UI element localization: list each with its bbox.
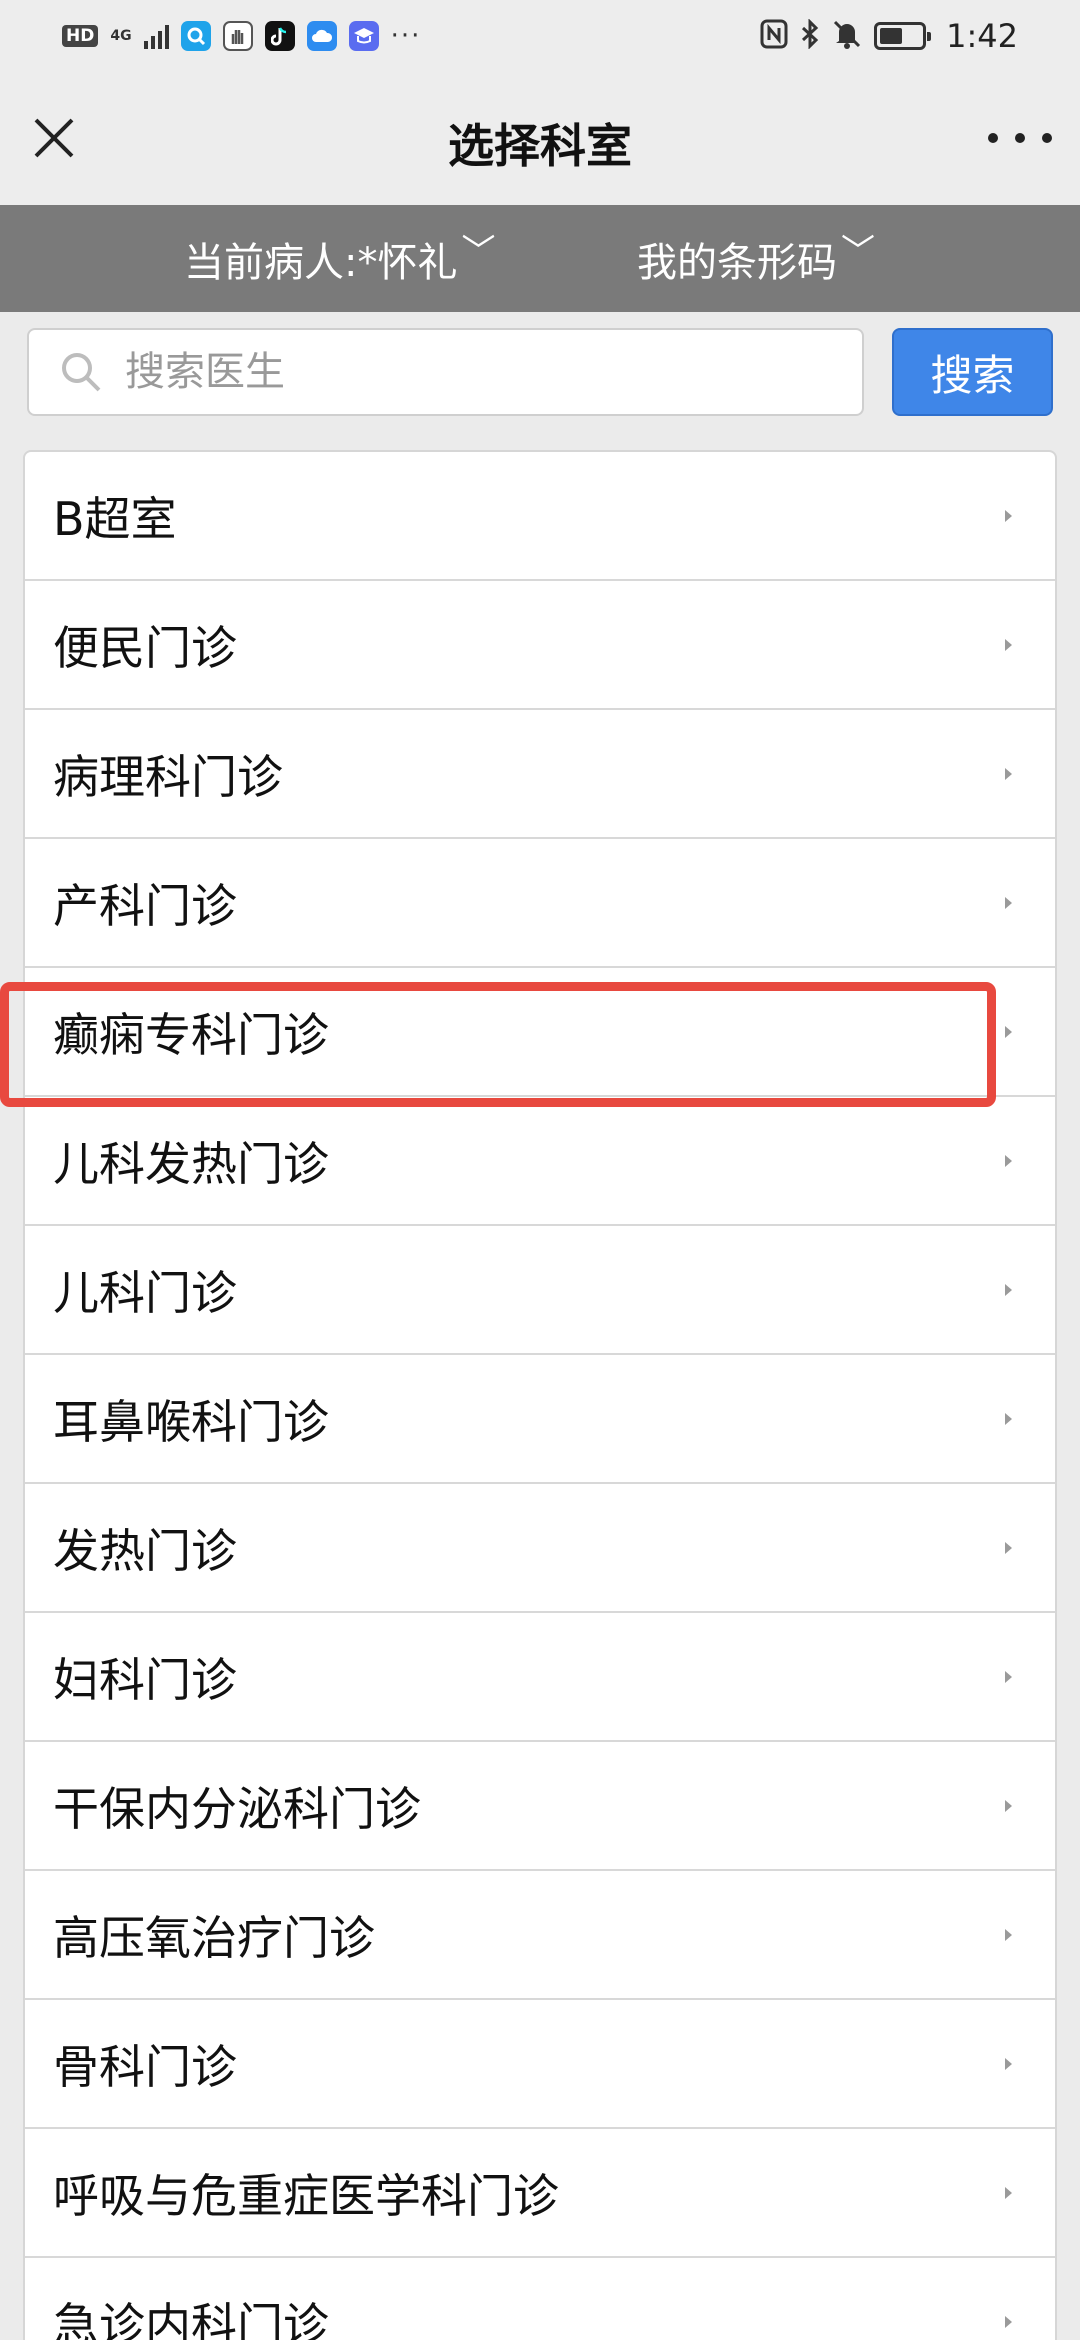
search-doctor-input[interactable] [125, 330, 845, 414]
chevron-right-icon [1005, 509, 1012, 522]
chevron-right-icon [1005, 2057, 1012, 2070]
department-item[interactable]: 干保内分泌科门诊 [25, 1742, 1055, 1871]
department-item[interactable]: 耳鼻喉科门诊 [25, 1355, 1055, 1484]
signal-icon [143, 23, 169, 49]
department-label: 儿科门诊 [53, 1265, 237, 1320]
department-item[interactable]: 病理科门诊 [25, 710, 1055, 839]
chevron-down-icon: ﹀ [841, 232, 875, 272]
chevron-right-icon [1005, 1283, 1012, 1296]
department-item[interactable]: 急诊内科门诊 [25, 2258, 1055, 2340]
department-item[interactable]: 癫痫专科门诊 [25, 968, 1055, 1097]
bluetooth-icon [800, 18, 820, 53]
more-icon-dot [1015, 133, 1025, 143]
department-item[interactable]: 发热门诊 [25, 1484, 1055, 1613]
chevron-right-icon [1005, 1412, 1012, 1425]
search-row: 搜索 [0, 312, 1080, 434]
current-patient-selector[interactable]: 当前病人:*怀礼 ﹀ [184, 205, 495, 312]
my-barcode-label: 我的条形码 [637, 239, 837, 286]
department-label: 干保内分泌科门诊 [53, 1781, 421, 1836]
more-icon-dot [1042, 133, 1052, 143]
search-box[interactable] [27, 328, 864, 416]
department-item[interactable]: 呼吸与危重症医学科门诊 [25, 2129, 1055, 2258]
status-bar-left: HD 4G ··· [62, 21, 421, 51]
department-list: B超室便民门诊病理科门诊产科门诊癫痫专科门诊 儿科发热门诊 儿科门诊耳鼻喉科门诊 发热… [23, 450, 1057, 2340]
my-barcode-selector[interactable]: 我的条形码 ﹀ [637, 205, 875, 312]
department-item[interactable]: 便民门诊 [25, 581, 1055, 710]
chevron-right-icon [1005, 1541, 1012, 1554]
department-item[interactable]: 儿科门诊 [25, 1226, 1055, 1355]
search-button[interactable]: 搜索 [892, 328, 1053, 416]
department-item[interactable]: 妇科门诊 [25, 1613, 1055, 1742]
department-item[interactable]: B超室 [25, 452, 1055, 581]
department-label: 病理科门诊 [53, 749, 283, 804]
more-icon-dot [988, 133, 998, 143]
chevron-right-icon [1005, 1928, 1012, 1941]
chevron-right-icon [1005, 2186, 1012, 2199]
hd-icon: HD [62, 25, 99, 47]
nfc-icon [760, 19, 788, 53]
search-icon [62, 353, 101, 392]
more-notifications-icon: ··· [390, 21, 422, 51]
department-label: 妇科门诊 [53, 1652, 237, 1707]
title-bar: 选择科室 [0, 72, 1080, 205]
patient-bar: 当前病人:*怀礼 ﹀ 我的条形码 ﹀ [0, 205, 1080, 312]
department-label: 呼吸与危重症医学科门诊 [53, 2168, 559, 2223]
chevron-right-icon [1005, 896, 1012, 909]
department-label: 骨科门诊 [53, 2039, 237, 2094]
cloud-icon [306, 21, 337, 51]
tiktok-icon [264, 21, 295, 51]
department-label: 急诊内科门诊 [53, 2297, 329, 2340]
department-label: 便民门诊 [53, 620, 237, 675]
department-item[interactable]: 高压氧治疗门诊 [25, 1871, 1055, 2000]
department-label: 癫痫专科门诊 [53, 1007, 329, 1062]
status-bar-right: 1:42 [760, 17, 1018, 55]
page-title: 选择科室 [448, 119, 632, 173]
more-options-button[interactable] [988, 118, 1052, 158]
chevron-right-icon [1005, 1154, 1012, 1167]
chevron-right-icon [1005, 2315, 1012, 2328]
department-item[interactable]: 儿科发热门诊 [25, 1097, 1055, 1226]
department-label: 发热门诊 [53, 1523, 237, 1578]
department-label: 产科门诊 [53, 878, 237, 933]
chevron-down-icon: ﹀ [461, 232, 496, 272]
department-label: 耳鼻喉科门诊 [53, 1394, 329, 1449]
chevron-right-icon [1005, 767, 1012, 780]
current-patient-label: 当前病人:*怀礼 [184, 239, 458, 286]
department-label: 高压氧治疗门诊 [53, 1910, 375, 1965]
department-item[interactable]: 骨科门诊 [25, 2000, 1055, 2129]
hand-app-icon [222, 21, 253, 51]
mute-icon [832, 19, 862, 53]
search-app-icon [180, 21, 211, 51]
status-bar: HD 4G ··· 1:42 [0, 0, 1080, 72]
chevron-right-icon [1005, 1025, 1012, 1038]
chevron-right-icon [1005, 638, 1012, 651]
clock: 1:42 [946, 17, 1018, 55]
school-icon [348, 21, 379, 51]
department-label: B超室 [53, 491, 177, 546]
network-type: 4G [110, 28, 132, 44]
chevron-right-icon [1005, 1670, 1012, 1683]
chevron-right-icon [1005, 1799, 1012, 1812]
department-item[interactable]: 产科门诊 [25, 839, 1055, 968]
battery-icon [874, 22, 932, 50]
department-label: 儿科发热门诊 [53, 1136, 329, 1191]
